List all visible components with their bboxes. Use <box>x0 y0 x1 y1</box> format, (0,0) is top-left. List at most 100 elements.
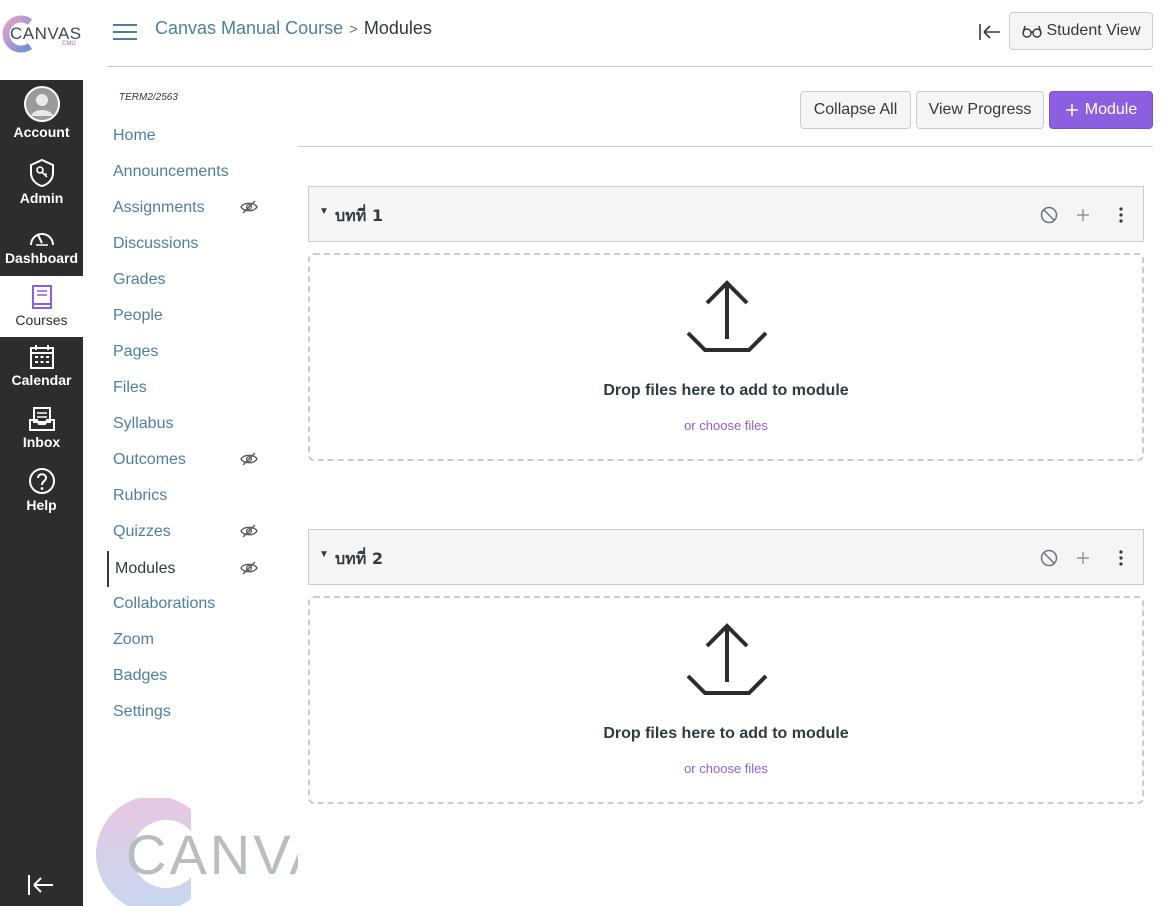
global-nav: CANVAS CMU Account Admin Dashboard Cours… <box>0 0 83 906</box>
course-nav-collaborations[interactable]: Collaborations <box>107 589 267 619</box>
view-progress-button[interactable]: View Progress <box>916 91 1044 129</box>
book-icon <box>31 285 52 309</box>
page-header: Canvas Manual Course > Modules Student Vie… <box>107 0 1153 67</box>
eye-hidden-icon <box>240 524 258 538</box>
course-nav-label: Syllabus <box>113 415 174 432</box>
glasses-icon <box>1021 25 1042 38</box>
course-nav-rubrics[interactable]: Rubrics <box>107 481 267 511</box>
upload-icon <box>686 623 768 695</box>
course-nav-grades[interactable]: Grades <box>107 265 267 295</box>
breadcrumb-course-link[interactable]: Canvas Manual Course <box>155 18 343 38</box>
add-module-button[interactable]: Module <box>1049 91 1153 129</box>
modules-toolbar: Collapse All View Progress Module <box>298 80 1153 147</box>
drop-files-text: Drop files here to add to module <box>603 725 849 742</box>
choose-files-link[interactable]: or choose files <box>310 761 1142 776</box>
course-nav-pages[interactable]: Pages <box>107 337 267 367</box>
nav-help-label: Help <box>26 497 57 513</box>
file-dropzone[interactable]: Drop files here to add to module or choo… <box>308 596 1144 804</box>
collapse-module-toggle-icon[interactable]: ▼ <box>319 206 329 217</box>
course-nav-syllabus[interactable]: Syllabus <box>107 409 267 439</box>
plus-icon <box>1065 104 1078 116</box>
course-nav-badges[interactable]: Badges <box>107 661 267 691</box>
nav-inbox[interactable]: Inbox <box>0 406 83 450</box>
course-nav-label: Files <box>113 379 147 396</box>
breadcrumb-current: Modules <box>363 18 432 38</box>
course-nav-zoom[interactable]: Zoom <box>107 625 267 655</box>
course-nav-label: Quizzes <box>113 523 171 540</box>
collapse-all-button[interactable]: Collapse All <box>800 91 911 129</box>
course-nav-label: Home <box>113 127 156 144</box>
course-nav-label: People <box>113 307 163 324</box>
canvas-logo[interactable]: CANVAS CMU <box>0 0 83 80</box>
module-header: ▼ บทที่ 1 <box>308 186 1144 242</box>
nav-courses-label: Courses <box>15 312 68 328</box>
course-nav-label: Discussions <box>113 235 199 252</box>
hamburger-menu-button[interactable] <box>113 22 139 42</box>
eye-hidden-icon <box>240 561 258 575</box>
course-nav-label: Collaborations <box>113 595 216 612</box>
course-nav-announcements[interactable]: Announcements <box>107 157 267 187</box>
nav-admin-label: Admin <box>19 190 64 206</box>
collapse-left-icon[interactable] <box>26 872 56 898</box>
course-nav-discussions[interactable]: Discussions <box>107 229 267 259</box>
course-nav-label: Announcements <box>113 163 229 180</box>
nav-courses[interactable]: Courses <box>0 276 83 337</box>
course-nav-settings[interactable]: Settings <box>107 697 267 727</box>
file-dropzone[interactable]: Drop files here to add to module or choo… <box>308 253 1144 461</box>
watermark-text: CANVAS <box>126 823 298 886</box>
course-nav-modules[interactable]: Modules <box>107 551 267 587</box>
course-nav-outcomes[interactable]: Outcomes <box>107 445 267 475</box>
course-nav-assignments[interactable]: Assignments <box>107 193 267 223</box>
eye-hidden-icon <box>240 452 258 466</box>
course-nav-people[interactable]: People <box>107 301 267 331</box>
avatar-icon <box>23 86 60 122</box>
add-item-icon[interactable] <box>1073 205 1093 225</box>
student-view-label: Student View <box>1046 22 1141 39</box>
course-nav-files[interactable]: Files <box>107 373 267 403</box>
shield-icon <box>29 158 54 188</box>
course-nav-label: Assignments <box>113 199 205 216</box>
nav-dashboard[interactable]: Dashboard <box>0 226 83 266</box>
unpublished-icon[interactable] <box>1039 548 1059 568</box>
course-nav-label: Modules <box>115 560 176 577</box>
course-nav-label: Pages <box>113 343 159 360</box>
eye-hidden-icon <box>240 200 258 214</box>
nav-calendar-label: Calendar <box>11 372 72 388</box>
nav-calendar[interactable]: Calendar <box>0 344 83 388</box>
course-nav-label: Grades <box>113 271 166 288</box>
nav-dashboard-label: Dashboard <box>4 250 79 266</box>
module-title: บทที่ 1 <box>335 206 383 225</box>
course-nav-label: Settings <box>113 703 171 720</box>
nav-account[interactable]: Account <box>0 86 83 140</box>
course-nav-label: Rubrics <box>113 487 168 504</box>
breadcrumb: Canvas Manual Course > Modules <box>155 18 432 39</box>
more-options-icon[interactable] <box>1111 548 1131 568</box>
choose-files-link[interactable]: or choose files <box>310 418 1142 433</box>
course-nav-label: Outcomes <box>113 451 186 468</box>
nav-admin[interactable]: Admin <box>0 158 83 206</box>
nav-account-label: Account <box>13 124 70 140</box>
nav-help[interactable]: Help <box>0 467 83 513</box>
help-icon <box>28 468 55 494</box>
nav-inbox-label: Inbox <box>22 434 61 450</box>
term-label: TERM2/2563 <box>119 92 178 103</box>
unpublished-icon[interactable] <box>1039 205 1059 225</box>
upload-icon <box>686 280 768 352</box>
course-nav-home[interactable]: Home <box>107 121 267 151</box>
breadcrumb-separator: > <box>349 21 358 38</box>
module-title: บทที่ 2 <box>335 549 383 568</box>
add-module-label: Module <box>1084 101 1138 118</box>
drop-files-text: Drop files here to add to module <box>603 382 849 399</box>
collapse-course-nav-icon[interactable] <box>977 20 1003 44</box>
course-nav-label: Badges <box>113 667 168 684</box>
canvas-watermark-logo: CANVAS <box>96 798 298 906</box>
course-nav-quizzes[interactable]: Quizzes <box>107 517 267 547</box>
course-nav-label: Zoom <box>113 631 154 648</box>
more-options-icon[interactable] <box>1111 205 1131 225</box>
dashboard-icon <box>29 233 54 246</box>
collapse-module-toggle-icon[interactable]: ▼ <box>319 549 329 560</box>
add-item-icon[interactable] <box>1073 548 1093 568</box>
logo-sub: CMU <box>62 41 76 47</box>
student-view-button[interactable]: Student View <box>1009 12 1153 50</box>
calendar-icon <box>29 345 54 369</box>
